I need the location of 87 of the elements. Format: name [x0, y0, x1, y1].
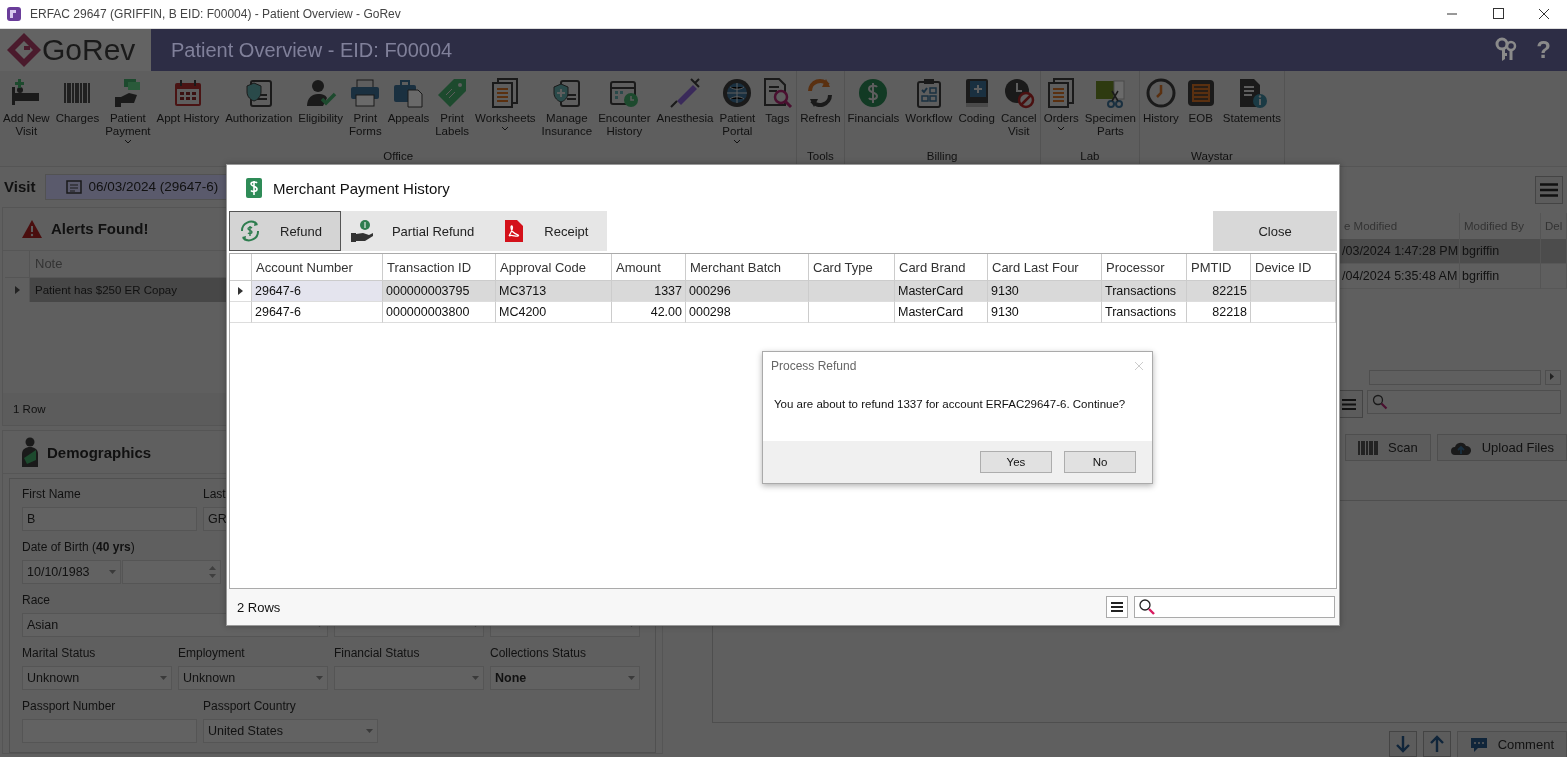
dialog-title: Merchant Payment History [273, 179, 450, 197]
help-button[interactable]: ? [1532, 36, 1555, 64]
toolbar-button[interactable]: Financials [844, 77, 903, 150]
group-label: Tools [806, 150, 835, 164]
toolbar-button[interactable]: Patient Portal [716, 77, 759, 150]
table-cell: 000000003795 [383, 281, 496, 302]
table-cell: /03/2024 1:47:28 PM [1340, 238, 1460, 264]
table-cell: bgriffin [1460, 238, 1541, 264]
partial-refund-button[interactable]: Partial Refund [340, 211, 494, 251]
visit-label: Visit [4, 178, 36, 196]
dropdown-field[interactable]: United States [203, 719, 378, 743]
table-cell: MC4200 [496, 302, 612, 323]
field-label: Race [22, 593, 50, 609]
group-label: Billing [925, 150, 959, 164]
dropdown-field[interactable]: None [490, 666, 640, 690]
page-title: Patient Overview - EID: F00004 [170, 37, 454, 63]
table-cell: 42.00 [612, 302, 686, 323]
toolbar-button[interactable]: Specimen Parts [1081, 77, 1139, 150]
yes-button[interactable]: Yes [980, 451, 1052, 473]
table-cell: 82215 [1187, 281, 1251, 302]
field-label: Collections Status [490, 646, 587, 662]
field-label: Last [203, 487, 226, 503]
toolbar-button[interactable]: Encounter History [595, 77, 654, 150]
toolbar-button[interactable]: Anesthesia [653, 77, 717, 150]
group-label: Waystar [1190, 150, 1234, 164]
table-cell: 82218 [1187, 302, 1251, 323]
panel-title: Demographics [47, 443, 152, 461]
table-cell: bgriffin [1460, 263, 1541, 289]
field-label: Financial Status [334, 646, 420, 662]
toolbar-button[interactable]: Appeals [384, 77, 433, 150]
scan-button[interactable]: Scan [1345, 434, 1431, 462]
table-cell: 9130 [988, 302, 1102, 323]
toolbar-button[interactable]: Add New Visit [0, 77, 53, 150]
toolbar-button[interactable]: Refresh [797, 77, 844, 150]
toolbar-button[interactable]: Coding [955, 77, 998, 150]
toolbar-button[interactable]: Worksheets [472, 77, 539, 150]
field-label: Employment [178, 646, 245, 662]
toolbar-button[interactable]: Print Forms [346, 77, 385, 150]
table-cell: 000000003800 [383, 302, 496, 323]
refund-button[interactable]: Refund [229, 211, 341, 251]
dialog-message: You are about to refund 1337 for account ERFAC29647-6. Continue? [773, 397, 1127, 412]
table-cell: 1337 [612, 281, 686, 302]
toolbar-button[interactable]: Print Labels [432, 77, 473, 150]
table-cell: Transactions [1102, 281, 1187, 302]
dropdown-field[interactable]: Unknown [22, 666, 172, 690]
dropdown-field[interactable]: 10/10/1983 [22, 560, 121, 584]
field-label: Passport Country [203, 699, 296, 715]
toolbar-button[interactable]: History [1140, 77, 1182, 150]
field-label: Passport Number [22, 699, 116, 715]
table-cell: Transactions [1102, 302, 1187, 323]
group-label: Office [382, 150, 415, 164]
toolbar-button[interactable]: Cancel Visit [997, 77, 1040, 150]
field-label: First Name [22, 487, 81, 503]
upload-button[interactable]: Upload Files [1436, 434, 1567, 462]
toolbar-button[interactable]: Authorization [222, 77, 296, 150]
toolbar-button[interactable]: Charges [52, 77, 103, 150]
table-cell: MC3713 [496, 281, 612, 302]
table-cell: 000296 [686, 281, 809, 302]
table-cell: 9130 [988, 281, 1102, 302]
comment-button[interactable]: Comment [1456, 731, 1567, 757]
toolbar-button[interactable]: Workflow [902, 77, 956, 150]
input-field[interactable]: B [22, 507, 197, 531]
table-cell: MasterCard [895, 302, 988, 323]
logo-text: GoRev [42, 33, 136, 67]
toolbar-button[interactable]: Statements [1219, 77, 1284, 150]
toolbar-button[interactable]: Manage Insurance [538, 77, 596, 150]
dialog-title: Process Refund [771, 359, 857, 373]
toolbar-button[interactable]: Eligibility [295, 77, 347, 150]
table-cell: MasterCard [895, 281, 988, 302]
toolbar-button[interactable]: Orders [1040, 77, 1082, 150]
group-label: Lab [1079, 150, 1101, 164]
row-count: 2 Rows [237, 599, 282, 615]
field-label: Date of Birth (40 yrs) [22, 540, 135, 556]
toolbar-button[interactable]: Patient Payment [102, 77, 154, 150]
receipt-button[interactable]: Receipt [493, 211, 608, 251]
window-title: ERFAC 29647 (GRIFFIN, B EID: F00004) - Patient Overview - GoRev [30, 7, 402, 21]
field-label: Marital Status [22, 646, 96, 662]
no-button[interactable]: No [1064, 451, 1136, 473]
table-cell: 29647-6 [252, 281, 383, 302]
table-cell: 29647-6 [252, 302, 383, 323]
toolbar-button[interactable]: Appt History [153, 77, 223, 150]
dropdown-field[interactable]: Unknown [178, 666, 328, 690]
toolbar-button[interactable]: Tags [758, 77, 797, 150]
toolbar-button[interactable]: EOB [1181, 77, 1220, 150]
panel-title: Alerts Found! [51, 220, 149, 238]
table-cell: 000298 [686, 302, 809, 323]
close-button[interactable]: Close [1213, 211, 1337, 251]
